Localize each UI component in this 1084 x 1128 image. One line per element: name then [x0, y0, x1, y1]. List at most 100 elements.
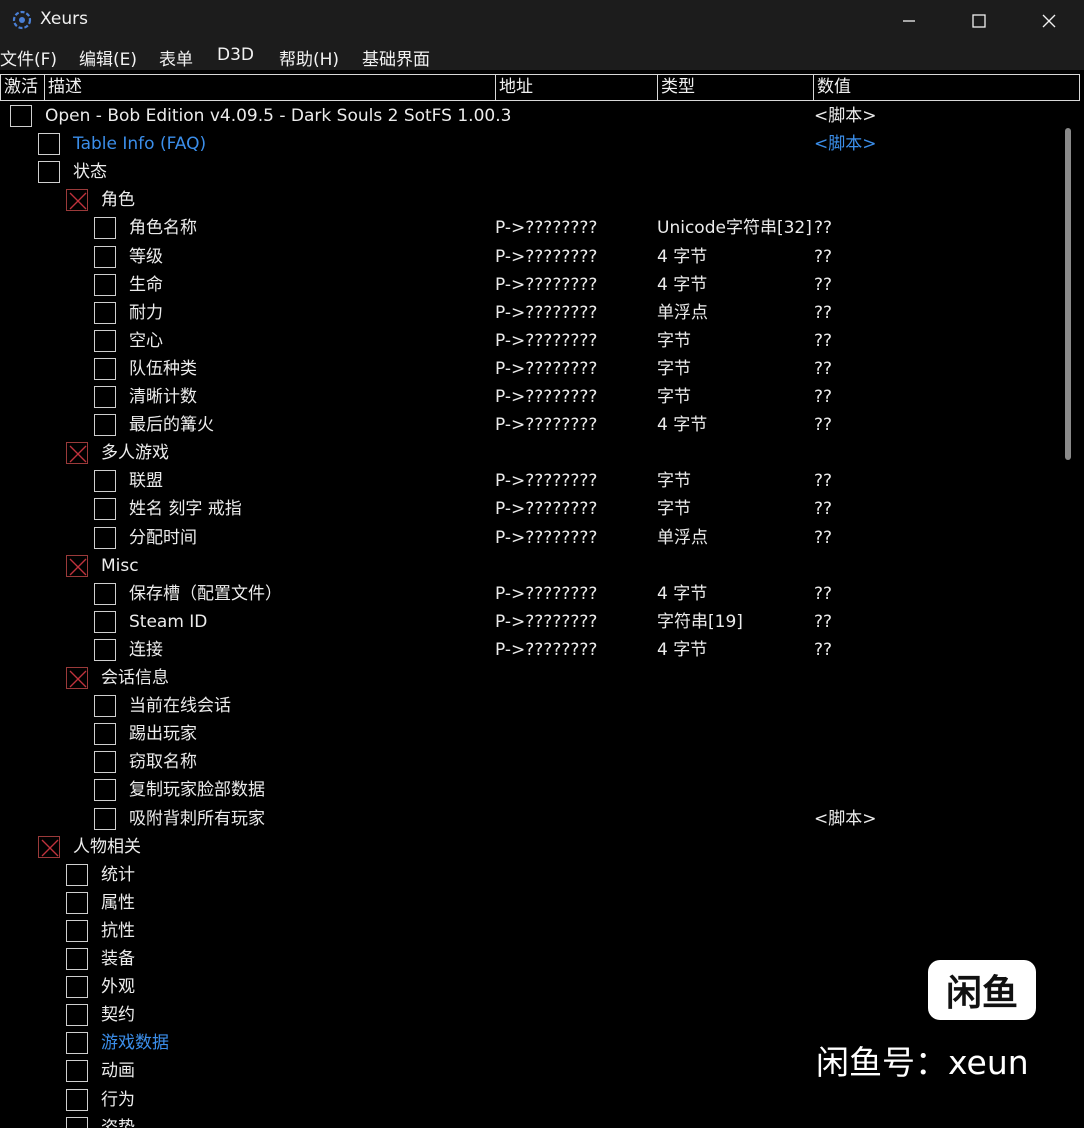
checkbox-checked[interactable]	[66, 442, 88, 465]
checkbox[interactable]	[94, 582, 116, 605]
table-row[interactable]: 统计	[0, 861, 1060, 889]
table-row[interactable]: 装备	[0, 945, 1060, 973]
table-row[interactable]: Misc	[0, 552, 1060, 580]
checkbox[interactable]	[10, 105, 32, 127]
row-type[interactable]: 字节	[657, 385, 813, 409]
row-address[interactable]: P->????????	[495, 469, 597, 493]
checkbox[interactable]	[94, 245, 116, 268]
checkbox[interactable]	[94, 723, 116, 746]
row-type[interactable]: 字节	[657, 469, 813, 493]
checkbox[interactable]	[66, 863, 88, 886]
table-row[interactable]: 行为	[0, 1086, 1060, 1114]
row-address[interactable]: P->????????	[495, 216, 597, 240]
checkbox[interactable]	[94, 217, 116, 240]
row-value[interactable]: ??	[814, 329, 832, 353]
row-description[interactable]: 契约	[101, 1003, 135, 1027]
row-value[interactable]: ??	[814, 582, 832, 606]
table-row[interactable]: 队伍种类 P->???????? 字节??	[0, 355, 1060, 383]
row-type[interactable]: 4 字节	[657, 413, 813, 437]
table-row[interactable]: Table Info (FAQ) <脚本>	[0, 130, 1060, 158]
row-description[interactable]: 联盟	[129, 469, 163, 493]
row-value[interactable]: ??	[814, 245, 832, 269]
row-description[interactable]: 队伍种类	[129, 357, 197, 381]
checkbox[interactable]	[94, 807, 116, 830]
checkbox[interactable]	[94, 610, 116, 633]
checkbox[interactable]	[94, 329, 116, 352]
checkbox[interactable]	[94, 751, 116, 774]
checkbox-checked[interactable]	[66, 554, 88, 577]
row-value[interactable]: ??	[814, 273, 832, 297]
row-description[interactable]: 当前在线会话	[129, 694, 231, 718]
row-description[interactable]: 分配时间	[129, 526, 197, 550]
menu-help[interactable]: 帮助(H)	[279, 45, 339, 70]
checkbox[interactable]	[94, 526, 116, 549]
row-description[interactable]: 多人游戏	[101, 441, 169, 465]
row-description[interactable]: 姿势	[101, 1116, 135, 1128]
menu-d3d[interactable]: D3D	[217, 45, 254, 65]
row-address[interactable]: P->????????	[495, 357, 597, 381]
row-description[interactable]: 窃取名称	[129, 750, 197, 774]
row-description[interactable]: 复制玩家脸部数据	[129, 778, 265, 802]
checkbox[interactable]	[38, 133, 60, 156]
row-description[interactable]: 踢出玩家	[129, 722, 197, 746]
row-type[interactable]: Unicode字符串[32]	[657, 216, 813, 240]
table-row[interactable]: 当前在线会话	[0, 692, 1060, 720]
checkbox[interactable]	[66, 948, 88, 970]
checkbox-checked[interactable]	[66, 189, 88, 212]
row-type[interactable]: 字符串[19]	[657, 610, 813, 634]
row-type[interactable]: 字节	[657, 329, 813, 353]
table-row[interactable]: 抗性	[0, 917, 1060, 945]
row-description[interactable]: 空心	[129, 329, 163, 353]
row-address[interactable]: P->????????	[495, 273, 597, 297]
menu-edit[interactable]: 编辑(E)	[79, 45, 137, 70]
row-address[interactable]: P->????????	[495, 497, 597, 521]
checkbox[interactable]	[94, 357, 116, 380]
close-button[interactable]	[1014, 0, 1084, 42]
scrollbar-thumb[interactable]	[1065, 128, 1071, 460]
row-description[interactable]: Table Info (FAQ)	[73, 132, 206, 156]
row-address[interactable]: P->????????	[495, 245, 597, 269]
table-row[interactable]: 状态	[0, 158, 1060, 186]
row-type[interactable]: 4 字节	[657, 273, 813, 297]
row-description[interactable]: 装备	[101, 947, 135, 971]
checkbox[interactable]	[66, 976, 88, 999]
row-description[interactable]: 行为	[101, 1088, 135, 1112]
table-row[interactable]: 生命 P->???????? 4 字节??	[0, 271, 1060, 299]
table-row[interactable]: 吸附背刺所有玩家 <脚本>	[0, 805, 1060, 833]
row-type[interactable]: 单浮点	[657, 301, 813, 325]
checkbox[interactable]	[94, 638, 116, 661]
table-row[interactable]: 清晰计数 P->???????? 字节??	[0, 383, 1060, 411]
table-row[interactable]: 角色名称 P->???????? Unicode字符串[32]??	[0, 214, 1060, 242]
checkbox[interactable]	[94, 273, 116, 296]
menu-file[interactable]: 文件(F)	[0, 45, 57, 70]
table-row[interactable]: 人物相关	[0, 833, 1060, 861]
row-type[interactable]: 4 字节	[657, 582, 813, 606]
table-row[interactable]: 最后的篝火 P->???????? 4 字节??	[0, 411, 1060, 439]
table-row[interactable]: 耐力 P->???????? 单浮点??	[0, 299, 1060, 327]
row-value[interactable]: ??	[814, 469, 832, 493]
table-row[interactable]: 角色	[0, 186, 1060, 214]
table-row[interactable]: 连接 P->???????? 4 字节??	[0, 636, 1060, 664]
checkbox[interactable]	[94, 386, 116, 408]
table-row[interactable]: 踢出玩家	[0, 720, 1060, 748]
row-value[interactable]: <脚本>	[814, 807, 877, 831]
checkbox[interactable]	[94, 301, 116, 324]
row-type[interactable]: 字节	[657, 497, 813, 521]
row-description[interactable]: 角色	[101, 188, 135, 212]
column-description[interactable]: 描述	[45, 75, 496, 100]
row-address[interactable]: P->????????	[495, 526, 597, 550]
row-description[interactable]: 会话信息	[101, 666, 169, 690]
row-type[interactable]: 字节	[657, 357, 813, 381]
row-address[interactable]: P->????????	[495, 582, 597, 606]
checkbox[interactable]	[94, 695, 116, 718]
row-value[interactable]: ??	[814, 526, 832, 550]
table-row[interactable]: 外观	[0, 973, 1060, 1001]
checkbox[interactable]	[94, 414, 116, 437]
table-row[interactable]: 分配时间 P->???????? 单浮点??	[0, 524, 1060, 552]
column-type[interactable]: 类型	[658, 75, 814, 100]
row-value[interactable]: <脚本>	[814, 104, 877, 128]
row-address[interactable]: P->????????	[495, 413, 597, 437]
row-address[interactable]: P->????????	[495, 610, 597, 634]
row-type[interactable]: 4 字节	[657, 638, 813, 662]
row-description[interactable]: 等级	[129, 245, 163, 269]
